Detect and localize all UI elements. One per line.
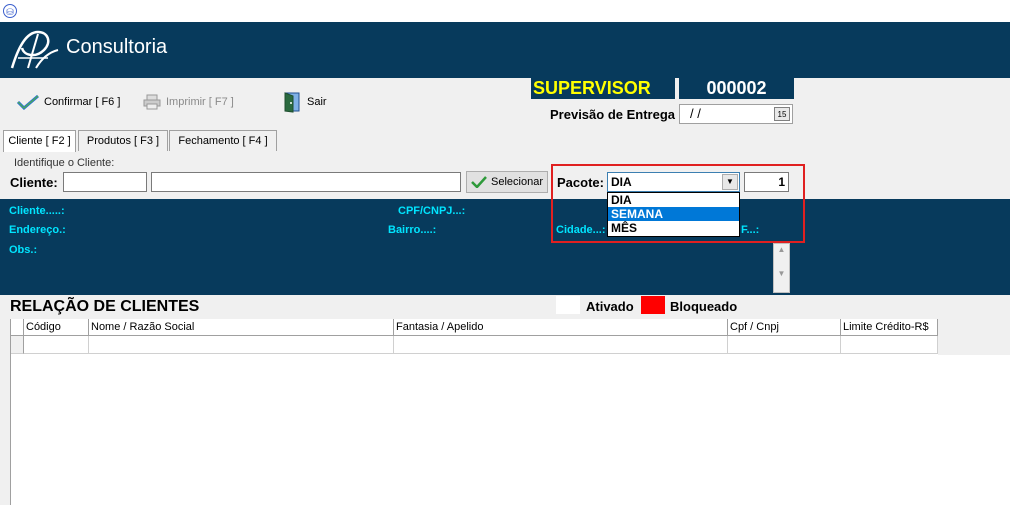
grid-cell[interactable] bbox=[394, 336, 728, 354]
exit-button[interactable]: Sair bbox=[283, 91, 327, 113]
client-name-input[interactable] bbox=[151, 172, 461, 192]
door-exit-icon bbox=[284, 92, 300, 113]
delivery-date-field[interactable]: / / 15 bbox=[679, 104, 793, 124]
exit-label: Sair bbox=[307, 96, 327, 108]
calendar-icon[interactable]: 15 bbox=[774, 107, 790, 121]
legend-active-swatch bbox=[556, 296, 580, 314]
user-role-badge: SUPERVISOR bbox=[531, 77, 675, 99]
delivery-date-label: Previsão de Entrega bbox=[550, 107, 675, 122]
client-code-input[interactable] bbox=[63, 172, 147, 192]
obs-scrollbar[interactable]: ▲ ▼ bbox=[773, 243, 790, 293]
select-client-label: Selecionar bbox=[491, 176, 543, 188]
brand-name: Consultoria bbox=[66, 36, 168, 58]
info-obs-label: Obs.: bbox=[9, 244, 38, 256]
confirm-label: Confirmar [ F6 ] bbox=[44, 96, 121, 108]
grid-cell[interactable] bbox=[24, 336, 89, 354]
logo-icon bbox=[10, 30, 59, 69]
printer-icon bbox=[143, 94, 161, 110]
system-menu-icon[interactable]: ⛁ bbox=[3, 4, 17, 18]
checkmark-icon bbox=[471, 176, 487, 188]
delivery-date-value: / / bbox=[690, 106, 701, 121]
select-client-button[interactable]: Selecionar bbox=[466, 171, 548, 193]
grid-cell[interactable] bbox=[728, 336, 841, 354]
info-bairro-label: Bairro....: bbox=[388, 224, 437, 236]
info-cliente-label: Cliente.....: bbox=[9, 205, 65, 217]
grid-cell[interactable] bbox=[89, 336, 394, 354]
print-button[interactable]: Imprimir [ F7 ] bbox=[142, 94, 234, 110]
grid-header-nome[interactable]: Nome / Razão Social bbox=[89, 319, 394, 336]
info-cpf-label: CPF/CNPJ...: bbox=[398, 205, 466, 217]
client-info-panel bbox=[0, 199, 1010, 295]
client-list-title: RELAÇÃO DE CLIENTES bbox=[10, 298, 200, 315]
grid-header-codigo[interactable]: Código bbox=[24, 319, 89, 336]
legend-blocked-label: Bloqueado bbox=[670, 299, 738, 314]
scroll-down-icon[interactable]: ▼ bbox=[774, 268, 789, 280]
grid-header-fantasia[interactable]: Fantasia / Apelido bbox=[394, 319, 728, 336]
grid-indicator-header bbox=[11, 319, 24, 336]
tab-produtos[interactable]: Produtos [ F3 ] bbox=[78, 130, 168, 151]
user-code-badge: 000002 bbox=[679, 77, 794, 99]
grid-row-indicator[interactable] bbox=[11, 336, 24, 354]
identify-group-label: Identifique o Cliente: bbox=[14, 157, 115, 169]
tab-cliente[interactable]: Cliente [ F2 ] bbox=[3, 130, 76, 152]
client-label: Cliente: bbox=[10, 175, 58, 190]
print-label: Imprimir [ F7 ] bbox=[166, 96, 234, 108]
tab-fechamento[interactable]: Fechamento [ F4 ] bbox=[169, 130, 277, 151]
legend-active-label: Ativado bbox=[586, 299, 634, 314]
pacote-highlight-box bbox=[551, 164, 805, 243]
client-grid[interactable]: Código Nome / Razão Social Fantasia / Ap… bbox=[10, 319, 938, 505]
app-header: Consultoria bbox=[0, 22, 1010, 78]
checkmark-icon bbox=[16, 94, 39, 110]
scroll-up-icon[interactable]: ▲ bbox=[774, 244, 789, 256]
grid-header-cpf[interactable]: Cpf / Cnpj bbox=[728, 319, 841, 336]
info-endereco-label: Endereço.: bbox=[9, 224, 66, 236]
grid-header-limite[interactable]: Limite Crédito-R$ bbox=[841, 319, 938, 336]
confirm-button[interactable]: Confirmar [ F6 ] bbox=[16, 94, 120, 110]
legend-blocked-swatch bbox=[641, 296, 665, 314]
grid-cell[interactable] bbox=[841, 336, 938, 354]
